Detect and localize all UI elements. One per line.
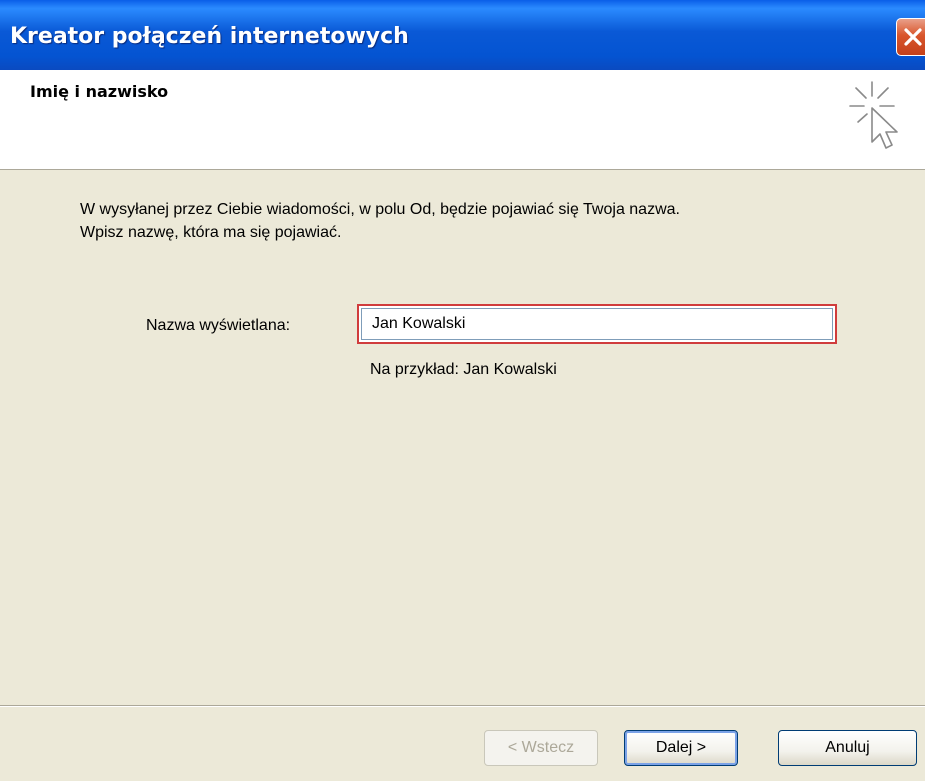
display-name-highlight xyxy=(357,304,837,344)
instruction-text: W wysyłanej przez Ciebie wiadomości, w p… xyxy=(80,198,880,244)
display-name-input[interactable] xyxy=(361,308,833,340)
cancel-button[interactable]: Anuluj xyxy=(778,730,917,766)
back-button[interactable]: < Wstecz xyxy=(484,730,598,766)
wizard-cursor-icon xyxy=(849,81,898,149)
instruction-line-2: Wpisz nazwę, która ma się pojawiać. xyxy=(80,224,342,241)
wizard-body: W wysyłanej przez Ciebie wiadomości, w p… xyxy=(0,170,925,705)
instruction-line-1: W wysyłanej przez Ciebie wiadomości, w p… xyxy=(80,201,680,218)
window-title: Kreator połączeń internetowych xyxy=(10,24,409,49)
display-name-label: Nazwa wyświetlana: xyxy=(146,317,291,334)
next-button[interactable]: Dalej > xyxy=(624,730,738,766)
page-title: Imię i nazwisko xyxy=(30,82,169,101)
example-hint: Na przykład: Jan Kowalski xyxy=(370,361,557,378)
close-button[interactable] xyxy=(896,18,925,56)
wizard-header: Imię i nazwisko xyxy=(0,70,925,170)
wizard-window: Kreator połączeń internetowych Imię i na… xyxy=(0,0,925,781)
close-icon xyxy=(904,28,922,46)
title-bar[interactable]: Kreator połączeń internetowych xyxy=(0,0,925,70)
footer-divider xyxy=(0,705,925,707)
